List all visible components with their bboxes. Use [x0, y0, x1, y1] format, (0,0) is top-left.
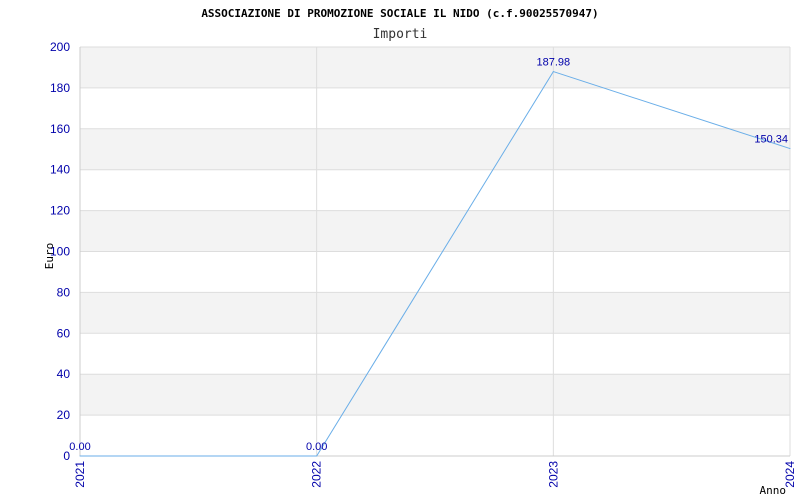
x-axis-label: Anno — [760, 484, 787, 497]
line-chart: ASSOCIAZIONE DI PROMOZIONE SOCIALE IL NI… — [43, 7, 797, 497]
y-axis-label: Euro — [43, 243, 56, 270]
data-point — [789, 148, 791, 150]
plot-band — [80, 374, 790, 416]
x-tick-label: 2021 — [73, 461, 87, 488]
y-tick-label: 120 — [50, 204, 70, 218]
y-tick-label: 40 — [57, 367, 71, 381]
y-tick-label: 160 — [50, 122, 70, 136]
chart-subtitle: Importi — [373, 27, 428, 42]
plot-band — [80, 169, 790, 211]
y-tick-label: 80 — [57, 285, 71, 299]
data-point — [552, 71, 554, 73]
chart-title: ASSOCIAZIONE DI PROMOZIONE SOCIALE IL NI… — [201, 7, 598, 20]
data-label: 0.00 — [306, 441, 327, 453]
data-point — [316, 455, 318, 457]
data-label: 0.00 — [69, 441, 90, 453]
plot-band — [80, 292, 790, 334]
data-point — [79, 455, 81, 457]
y-tick-label: 20 — [57, 408, 71, 422]
data-label: 150.34 — [754, 134, 788, 146]
y-tick-label: 60 — [57, 326, 71, 340]
plot-band — [80, 210, 790, 252]
plot-band — [80, 333, 790, 375]
plot-band — [80, 87, 790, 129]
data-label: 187.98 — [537, 57, 571, 69]
plot-band — [80, 47, 790, 88]
y-tick-label: 140 — [50, 163, 70, 177]
x-tick-label: 2023 — [546, 461, 560, 488]
y-tick-label: 180 — [50, 81, 70, 95]
y-tick-label: 200 — [50, 40, 70, 54]
plot-band — [80, 415, 790, 456]
x-tick-label: 2022 — [310, 461, 324, 488]
x-tick-labels: 2021 2022 2023 2024 — [73, 461, 797, 488]
plot-band — [80, 128, 790, 170]
plot-band — [80, 251, 790, 293]
